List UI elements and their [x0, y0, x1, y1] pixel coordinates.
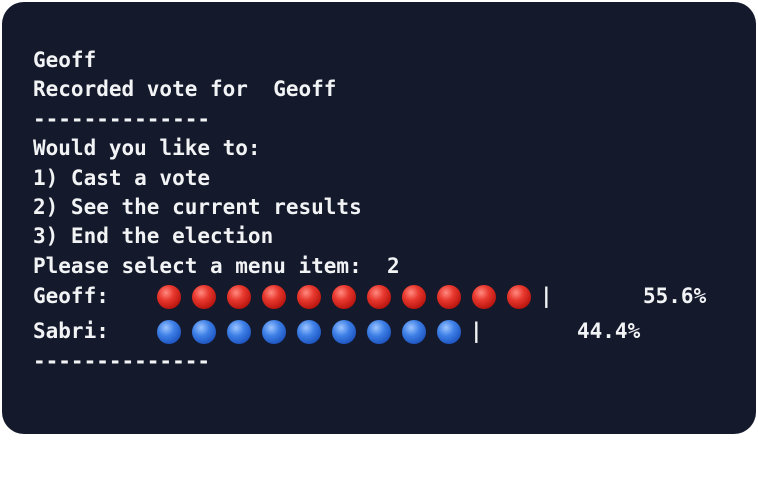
bar-end-separator: |: [540, 284, 553, 309]
red-circle-icon: [402, 285, 426, 310]
red-circle-icon: [472, 285, 496, 310]
candidate-label-geoff: Geoff:: [33, 284, 109, 309]
recorded-vote-line: Recorded vote for Geoff: [33, 77, 337, 102]
percent-geoff: 55.6%: [643, 284, 707, 309]
menu-prompt: Would you like to:: [33, 136, 261, 161]
red-circle-icon: [332, 285, 356, 310]
blue-circle-icon: [297, 319, 321, 344]
terminal-window: Geoff Recorded vote for Geoff ----------…: [2, 2, 756, 434]
candidate-label-sabri: Sabri:: [33, 318, 109, 343]
red-circle-icon: [157, 285, 181, 310]
vote-bar-geoff: [157, 285, 531, 310]
blue-circle-icon: [402, 319, 426, 344]
red-circle-icon: [437, 285, 461, 310]
result-row-sabri: Sabri: | 44.4%: [33, 317, 756, 346]
vote-bar-sabri: [157, 319, 461, 344]
blue-circle-icon: [367, 319, 391, 344]
menu-option-see-results: 2) See the current results: [33, 194, 362, 219]
red-circle-icon: [227, 285, 251, 310]
blue-circle-icon: [227, 319, 251, 344]
blue-circle-icon: [437, 319, 461, 344]
menu-option-cast-vote: 1) Cast a vote: [33, 165, 211, 190]
blue-circle-icon: [332, 319, 356, 344]
red-circle-icon: [192, 285, 216, 310]
result-row-geoff: Geoff: | 55.6%: [33, 282, 756, 311]
red-circle-icon: [262, 285, 286, 310]
percent-sabri: 44.4%: [577, 318, 641, 343]
menu-selection-input[interactable]: Please select a menu item: 2: [33, 252, 756, 281]
blue-circle-icon: [192, 319, 216, 344]
red-circle-icon: [507, 285, 531, 310]
red-circle-icon: [367, 285, 391, 310]
menu-option-end-election: 3) End the election: [33, 224, 274, 249]
red-circle-icon: [297, 285, 321, 310]
blue-circle-icon: [262, 319, 286, 344]
blue-circle-icon: [157, 319, 181, 344]
divider-bottom: --------------: [33, 348, 211, 373]
echo-input-line: Geoff: [33, 48, 97, 72]
bar-end-separator: |: [470, 318, 483, 343]
divider-top: --------------: [33, 106, 211, 131]
